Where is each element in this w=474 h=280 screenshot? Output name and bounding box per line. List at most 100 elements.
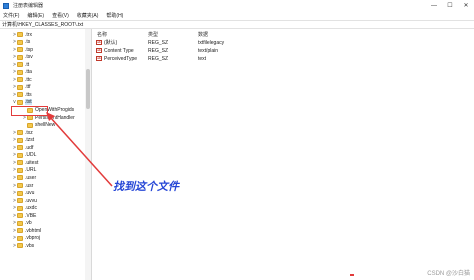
column-data[interactable]: 数据 bbox=[198, 31, 208, 38]
tree-item[interactable]: > .ttc bbox=[12, 76, 32, 83]
tree-item[interactable]: > .UDL bbox=[12, 152, 36, 159]
tree-scrollbar[interactable] bbox=[85, 29, 91, 280]
address-path[interactable]: 计算机\HKEY_CLASSES_ROOT\.txt bbox=[2, 21, 83, 28]
minimize-button[interactable]: — bbox=[426, 0, 442, 11]
tree-item-label: .txz bbox=[25, 129, 33, 136]
folder-icon bbox=[17, 99, 23, 105]
menu-help[interactable]: 帮助(H) bbox=[106, 12, 123, 19]
tree-item[interactable]: > .txz bbox=[12, 129, 33, 136]
tree-item[interactable]: > .tt bbox=[12, 61, 29, 68]
tree-item[interactable]: v .txt bbox=[12, 99, 32, 106]
tree-item[interactable]: > .ts bbox=[12, 39, 30, 46]
menu-file[interactable]: 文件(F) bbox=[3, 12, 19, 19]
tree-item-label: .udf bbox=[25, 144, 34, 151]
tree-item[interactable]: > .user bbox=[12, 174, 36, 181]
folder-icon bbox=[17, 205, 23, 211]
tree-item[interactable]: > .VBE bbox=[12, 212, 36, 219]
menu-favorites[interactable]: 收藏夹(A) bbox=[77, 12, 99, 19]
folder-icon bbox=[17, 235, 23, 241]
folder-icon bbox=[17, 39, 23, 45]
tree-item-label: .uitest bbox=[25, 159, 39, 166]
tree-item-label: .ttf bbox=[25, 84, 31, 91]
values-list: 名称 类型 数据 ab (默认) REG_SZ txtfilelegacy ab C… bbox=[93, 29, 474, 280]
value-name: PerceivedType bbox=[104, 55, 138, 62]
maximize-button[interactable]: ☐ bbox=[442, 0, 458, 11]
tree-item[interactable]: > .vbproj bbox=[12, 235, 40, 242]
folder-icon bbox=[17, 54, 23, 60]
folder-icon bbox=[17, 84, 23, 90]
value-data: text/plain bbox=[198, 47, 219, 54]
tree-item[interactable]: > .vbhtml bbox=[12, 227, 41, 234]
value-name: (默认) bbox=[104, 40, 118, 46]
tree-item-label: .uvu bbox=[25, 190, 35, 197]
value-row[interactable]: ab Content Type REG_SZ text/plain bbox=[93, 47, 474, 54]
tree-item[interactable]: > .tts bbox=[12, 91, 32, 98]
folder-icon bbox=[17, 62, 23, 68]
window-controls: — ☐ ✕ bbox=[426, 0, 474, 11]
tree-item[interactable]: > .tsp bbox=[12, 46, 33, 53]
key-tree: > .trx > .ts > .tsp > .tsv > .tt > .tta > .ttc > .ttf >.… bbox=[0, 29, 92, 280]
menu-edit[interactable]: 编辑(E) bbox=[27, 12, 44, 19]
folder-icon bbox=[17, 190, 23, 196]
tree-item[interactable]: > .udf bbox=[12, 144, 33, 151]
watermark: CSDN @沙白猫 bbox=[427, 271, 470, 277]
tree-item-label: .trx bbox=[25, 31, 32, 38]
tree-item[interactable]: > .vb bbox=[12, 220, 32, 227]
annotation-text: 找到这个文件 bbox=[113, 181, 179, 193]
tree-item[interactable]: > .tsv bbox=[12, 54, 33, 61]
tree-item-label: .URL bbox=[25, 167, 37, 174]
tree-item[interactable]: > .ttf bbox=[12, 84, 31, 91]
column-name[interactable]: 名称 bbox=[97, 31, 107, 38]
tree-item-label: .tsv bbox=[25, 54, 33, 61]
folder-icon bbox=[17, 47, 23, 53]
tree-item[interactable]: > .uxdc bbox=[12, 205, 37, 212]
value-row[interactable]: ab PerceivedType REG_SZ text bbox=[93, 55, 474, 62]
tree-item-label: .tzst bbox=[25, 137, 35, 144]
folder-icon bbox=[17, 145, 23, 151]
tree-item[interactable]: > .uvu bbox=[12, 190, 34, 197]
tree-item-label: .vb bbox=[25, 220, 32, 227]
tree-item[interactable]: > .usr bbox=[12, 182, 33, 189]
value-data: txtfilelegacy bbox=[198, 39, 225, 46]
window-title: 注册表编辑器 bbox=[13, 3, 44, 9]
tree-item[interactable]: > .trx bbox=[12, 31, 32, 38]
tree-item-label: .usr bbox=[25, 182, 34, 189]
folder-icon bbox=[17, 183, 23, 188]
tree-item-label: .user bbox=[25, 174, 37, 181]
value-data: text bbox=[198, 55, 207, 62]
folder-icon bbox=[17, 130, 23, 136]
folder-icon bbox=[17, 137, 23, 143]
folder-icon bbox=[17, 228, 23, 234]
folder-icon bbox=[17, 167, 23, 173]
tree-item-label: .VBE bbox=[25, 212, 37, 219]
tree-item[interactable]: > .uitest bbox=[12, 159, 38, 166]
tree-item[interactable]: > .URL bbox=[12, 167, 36, 174]
folder-icon bbox=[17, 220, 23, 226]
tree-item[interactable]: shellNew bbox=[22, 122, 55, 129]
tree-scroll-thumb[interactable] bbox=[86, 69, 90, 109]
folder-icon bbox=[17, 213, 23, 219]
address-bar[interactable]: 计算机\HKEY_CLASSES_ROOT\.txt bbox=[0, 20, 474, 29]
folder-icon bbox=[17, 243, 23, 249]
value-type: REG_SZ bbox=[148, 55, 169, 62]
folder-icon bbox=[17, 69, 23, 75]
folder-icon bbox=[17, 32, 23, 37]
title-bar: 注册表编辑器 — ☐ ✕ bbox=[0, 0, 474, 11]
value-row[interactable]: ab (默认) REG_SZ txtfilelegacy bbox=[93, 39, 474, 46]
close-button[interactable]: ✕ bbox=[458, 0, 474, 11]
menu-view[interactable]: 查看(V) bbox=[52, 12, 69, 19]
tree-item[interactable]: > .tzst bbox=[12, 137, 34, 144]
tree-item-label: shellNew bbox=[35, 122, 56, 129]
tree-item-label: .uvvu bbox=[25, 197, 37, 204]
folder-icon bbox=[17, 198, 23, 204]
column-type[interactable]: 类型 bbox=[148, 31, 158, 38]
menu-bar: 文件(F) 编辑(E) 查看(V) 收藏夹(A) 帮助(H) bbox=[0, 11, 474, 20]
tree-item-label: .tts bbox=[25, 91, 32, 98]
tree-item[interactable]: > .tta bbox=[12, 69, 32, 76]
tree-item-label: .tsp bbox=[25, 46, 34, 53]
tree-item[interactable]: > .uvvu bbox=[12, 197, 37, 204]
tree-item-label: .tta bbox=[25, 69, 32, 76]
tree-item-label: .tt bbox=[25, 61, 30, 68]
txt-highlight-box bbox=[11, 106, 48, 116]
tree-item[interactable]: > .vbs bbox=[12, 242, 34, 249]
